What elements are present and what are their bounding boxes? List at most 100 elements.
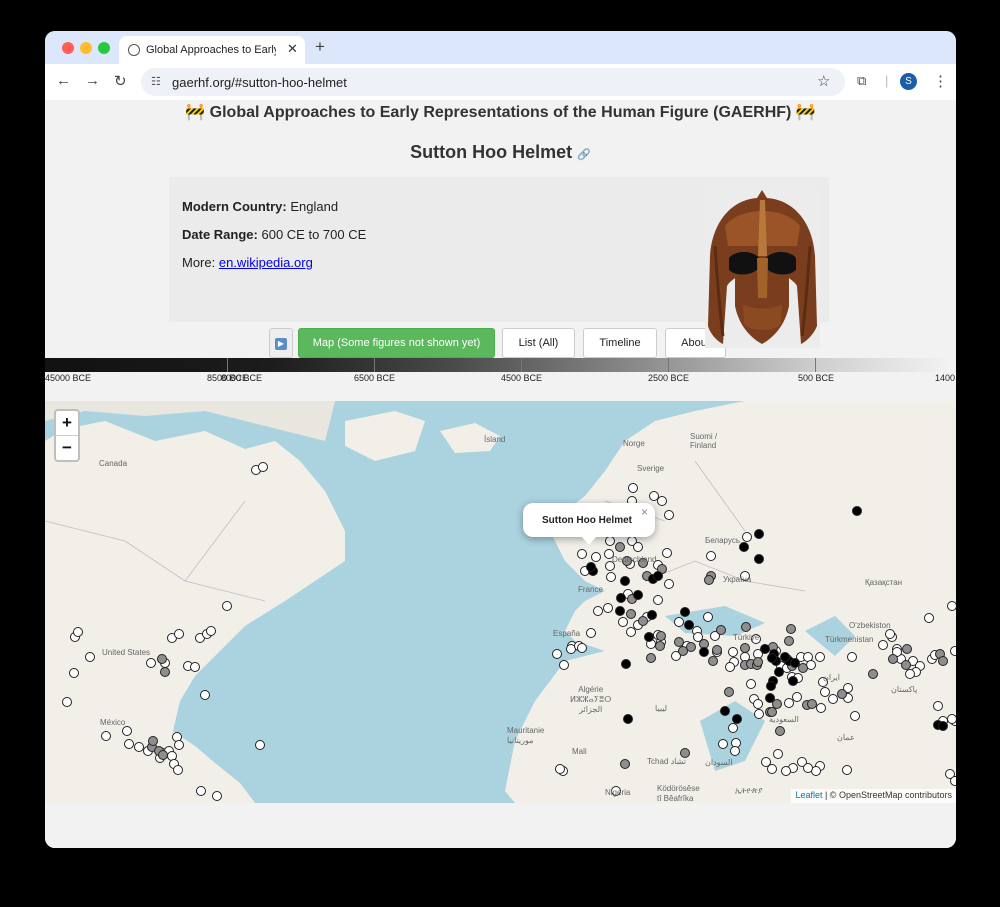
map-marker[interactable] [718, 739, 728, 749]
map-view[interactable]: + − Canada United States México Ísland N… [45, 401, 956, 803]
url-text[interactable]: gaerhf.org/#sutton-hoo-helmet [172, 75, 347, 90]
map-marker[interactable] [708, 656, 718, 666]
map-marker[interactable] [753, 699, 763, 709]
link-icon[interactable]: 🔗 [577, 149, 591, 161]
map-marker[interactable] [615, 606, 625, 616]
map-marker[interactable] [85, 652, 95, 662]
map-marker[interactable] [621, 659, 631, 669]
map-marker[interactable] [798, 663, 808, 673]
map-marker[interactable] [706, 551, 716, 561]
map-marker[interactable] [591, 552, 601, 562]
map-marker[interactable] [146, 658, 156, 668]
map-marker[interactable] [703, 612, 713, 622]
map-marker[interactable] [644, 632, 654, 642]
map-marker[interactable] [885, 629, 895, 639]
map-marker[interactable] [173, 765, 183, 775]
map-marker[interactable] [901, 660, 911, 670]
map-marker[interactable] [790, 658, 800, 668]
map-marker[interactable] [780, 652, 790, 662]
map-marker[interactable] [784, 636, 794, 646]
map-canvas[interactable] [45, 401, 956, 803]
map-marker[interactable] [815, 652, 825, 662]
map-marker[interactable] [618, 617, 628, 627]
map-marker[interactable] [868, 669, 878, 679]
map-marker[interactable] [716, 625, 726, 635]
wikipedia-link[interactable]: en.wikipedia.org [219, 255, 313, 270]
map-marker[interactable] [792, 692, 802, 702]
map-marker[interactable] [728, 723, 738, 733]
map-marker[interactable] [938, 721, 948, 731]
address-bar[interactable]: ☷ gaerhf.org/#sutton-hoo-helmet ☆ [141, 68, 845, 96]
map-marker[interactable] [699, 647, 709, 657]
map-marker[interactable] [606, 572, 616, 582]
map-marker[interactable] [753, 657, 763, 667]
profile-avatar[interactable]: S [900, 73, 917, 90]
map-marker[interactable] [766, 681, 776, 691]
map-marker[interactable] [674, 637, 684, 647]
map-marker[interactable] [200, 690, 210, 700]
browser-tab[interactable]: Global Approaches to Early R ✕ [119, 36, 305, 64]
map-marker[interactable] [754, 529, 764, 539]
map-marker[interactable] [704, 575, 714, 585]
map-marker[interactable] [664, 510, 674, 520]
map-marker[interactable] [760, 644, 770, 654]
map-marker[interactable] [657, 496, 667, 506]
map-marker[interactable] [69, 668, 79, 678]
map-marker[interactable] [647, 610, 657, 620]
map-marker[interactable] [258, 462, 268, 472]
minimize-window-button[interactable] [80, 42, 92, 54]
map-marker[interactable] [160, 667, 170, 677]
map-marker[interactable] [947, 601, 957, 611]
map-marker[interactable] [828, 694, 838, 704]
map-marker[interactable] [222, 601, 232, 611]
map-marker[interactable] [720, 706, 730, 716]
map-marker[interactable] [852, 506, 862, 516]
map-marker[interactable] [938, 656, 948, 666]
map-marker[interactable] [206, 626, 216, 636]
map-marker[interactable] [725, 662, 735, 672]
leaflet-link[interactable]: Leaflet [795, 790, 822, 800]
map-marker[interactable] [712, 645, 722, 655]
map-marker[interactable] [786, 624, 796, 634]
zoom-in-button[interactable]: + [56, 411, 78, 435]
close-tab-icon[interactable]: ✕ [287, 41, 298, 57]
close-window-button[interactable] [62, 42, 74, 54]
map-marker[interactable] [638, 616, 648, 626]
map-marker[interactable] [816, 703, 826, 713]
map-marker[interactable] [649, 491, 659, 501]
map-marker[interactable] [664, 579, 674, 589]
map-marker[interactable] [626, 627, 636, 637]
map-marker[interactable] [902, 644, 912, 654]
map-marker[interactable] [850, 711, 860, 721]
map-marker[interactable] [653, 595, 663, 605]
timeline-slider[interactable] [45, 358, 956, 372]
map-marker[interactable] [820, 687, 830, 697]
map-marker[interactable] [620, 576, 630, 586]
maximize-window-button[interactable] [98, 42, 110, 54]
map-marker[interactable] [552, 649, 562, 659]
map-marker[interactable] [555, 764, 565, 774]
map-marker[interactable] [623, 714, 633, 724]
map-marker[interactable] [653, 571, 663, 581]
play-button[interactable]: ▶ [269, 328, 293, 358]
tab-search-icon[interactable]: ⧉ [857, 73, 866, 89]
map-marker[interactable] [740, 643, 750, 653]
reload-icon[interactable]: ↻ [114, 72, 127, 90]
map-marker[interactable] [633, 542, 643, 552]
map-marker[interactable] [739, 542, 749, 552]
map-marker[interactable] [615, 542, 625, 552]
map-marker[interactable] [807, 699, 817, 709]
map-marker[interactable] [773, 749, 783, 759]
map-marker[interactable] [842, 765, 852, 775]
map-marker[interactable] [730, 746, 740, 756]
bookmark-star-icon[interactable]: ☆ [817, 72, 830, 90]
map-marker[interactable] [724, 687, 734, 697]
map-marker[interactable] [174, 740, 184, 750]
map-marker[interactable] [255, 740, 265, 750]
map-marker[interactable] [924, 613, 934, 623]
map-marker[interactable] [620, 759, 630, 769]
map-marker[interactable] [761, 757, 771, 767]
map-marker[interactable] [605, 536, 615, 546]
list-view-button[interactable]: List (All) [502, 328, 575, 358]
site-settings-icon[interactable]: ☷ [151, 75, 161, 88]
